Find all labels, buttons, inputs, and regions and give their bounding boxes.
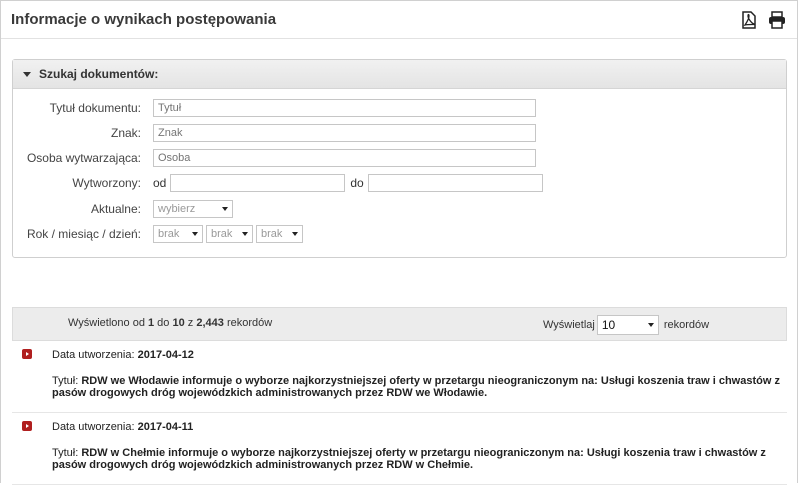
aktualne-label: Aktualne: [90, 202, 141, 216]
item-title: Tytuł: RDW we Włodawie informuje o wybor… [52, 375, 787, 399]
row-osoba: Osoba wytwarzająca: [13, 149, 536, 167]
page-size-select[interactable]: 10 [596, 315, 659, 335]
date-value: 2017-04-12 [137, 349, 194, 361]
pdf-icon[interactable] [739, 10, 759, 30]
osoba-label: Osoba wytwarzająca: [26, 151, 141, 165]
pager-bar: Wyświetlono od 1 do 10 z 2,443 rekordów … [12, 307, 787, 341]
title-label: Tytuł: [52, 375, 82, 387]
document-icon[interactable] [22, 349, 32, 359]
rok-select[interactable]: brak [153, 225, 203, 243]
miesiac-value: brak [211, 228, 233, 240]
records-info-pre: Wyświetlono od [68, 317, 148, 329]
collapse-triangle-icon[interactable] [23, 71, 31, 77]
records-info-mid2: z [184, 317, 197, 329]
date-from-input[interactable] [170, 174, 346, 192]
miesiac-select[interactable]: brak [206, 225, 253, 243]
title-link[interactable]: RDW w Chełmie informuje o wyborze najkor… [52, 447, 766, 471]
aktualne-select[interactable]: wybierz [153, 200, 233, 218]
results-list: Data utworzenia: 2017-04-12 Tytuł: RDW w… [12, 341, 787, 485]
date-to-input[interactable] [367, 174, 543, 192]
chevron-down-icon [242, 232, 248, 236]
search-panel: Szukaj dokumentów: Tytuł dokumentu: Znak… [12, 59, 787, 258]
records-info-mid1: do [154, 317, 173, 329]
osoba-input[interactable] [153, 149, 536, 167]
chevron-down-icon [192, 232, 198, 236]
row-wytworzony: Wytworzony: od do [13, 174, 543, 192]
row-znak: Znak: [13, 124, 536, 142]
aktualne-value: wybierz [158, 203, 196, 215]
dzien-select[interactable]: brak [256, 225, 303, 243]
page-title: Informacje o wynikach postępowania [11, 11, 277, 28]
item-title: Tytuł: RDW w Chełmie informuje o wyborze… [52, 447, 787, 471]
show-label: Wyświetlaj [543, 319, 595, 331]
data-label: Rok / miesiąc / dzień: [26, 227, 141, 241]
page-size-control: Wyświetlaj 10 rekordów [543, 315, 709, 335]
page: Informacje o wynikach postępowania Szuka… [0, 0, 798, 485]
page-size-value: 10 [601, 318, 616, 332]
item-date: Data utworzenia: 2017-04-11 [52, 421, 787, 433]
tytul-label: Tytuł dokumentu: [49, 101, 141, 115]
records-info: Wyświetlono od 1 do 10 z 2,443 rekordów [68, 317, 272, 329]
chevron-down-icon [647, 323, 654, 327]
dzien-value: brak [261, 228, 283, 240]
title-label: Tytuł: [52, 447, 82, 459]
search-panel-title: Szukaj dokumentów: [39, 67, 159, 81]
to-label: do [350, 176, 364, 190]
from-label: od [153, 176, 167, 190]
list-item[interactable]: Data utworzenia: 2017-04-12 Tytuł: RDW w… [12, 341, 787, 413]
znak-input[interactable] [153, 124, 536, 142]
item-date: Data utworzenia: 2017-04-12 [52, 349, 787, 361]
date-label: Data utworzenia: [52, 421, 138, 433]
list-item[interactable]: Data utworzenia: 2017-04-11 Tytuł: RDW w… [12, 413, 787, 485]
records-to: 10 [172, 317, 185, 329]
records-label: rekordów [663, 319, 710, 331]
search-panel-header[interactable]: Szukaj dokumentów: [13, 60, 786, 89]
row-aktualne: Aktualne: wybierz [13, 200, 233, 218]
title-link[interactable]: RDW we Włodawie informuje o wyborze najk… [52, 375, 780, 399]
chevron-down-icon [222, 207, 228, 211]
row-tytul: Tytuł dokumentu: [13, 99, 536, 117]
records-total: 2,443 [196, 317, 224, 329]
tytul-input[interactable] [153, 99, 536, 117]
chevron-down-icon [292, 232, 298, 236]
document-icon[interactable] [22, 421, 32, 431]
print-icon[interactable] [767, 10, 787, 30]
rok-value: brak [158, 228, 180, 240]
znak-label: Znak: [110, 126, 141, 140]
date-value: 2017-04-11 [137, 421, 194, 433]
page-header: Informacje o wynikach postępowania [1, 1, 797, 39]
wytworzony-label: Wytworzony: [72, 176, 141, 190]
date-label: Data utworzenia: [52, 349, 138, 361]
records-info-post: rekordów [223, 317, 273, 329]
row-data: Rok / miesiąc / dzień: brak brak brak [13, 225, 303, 243]
